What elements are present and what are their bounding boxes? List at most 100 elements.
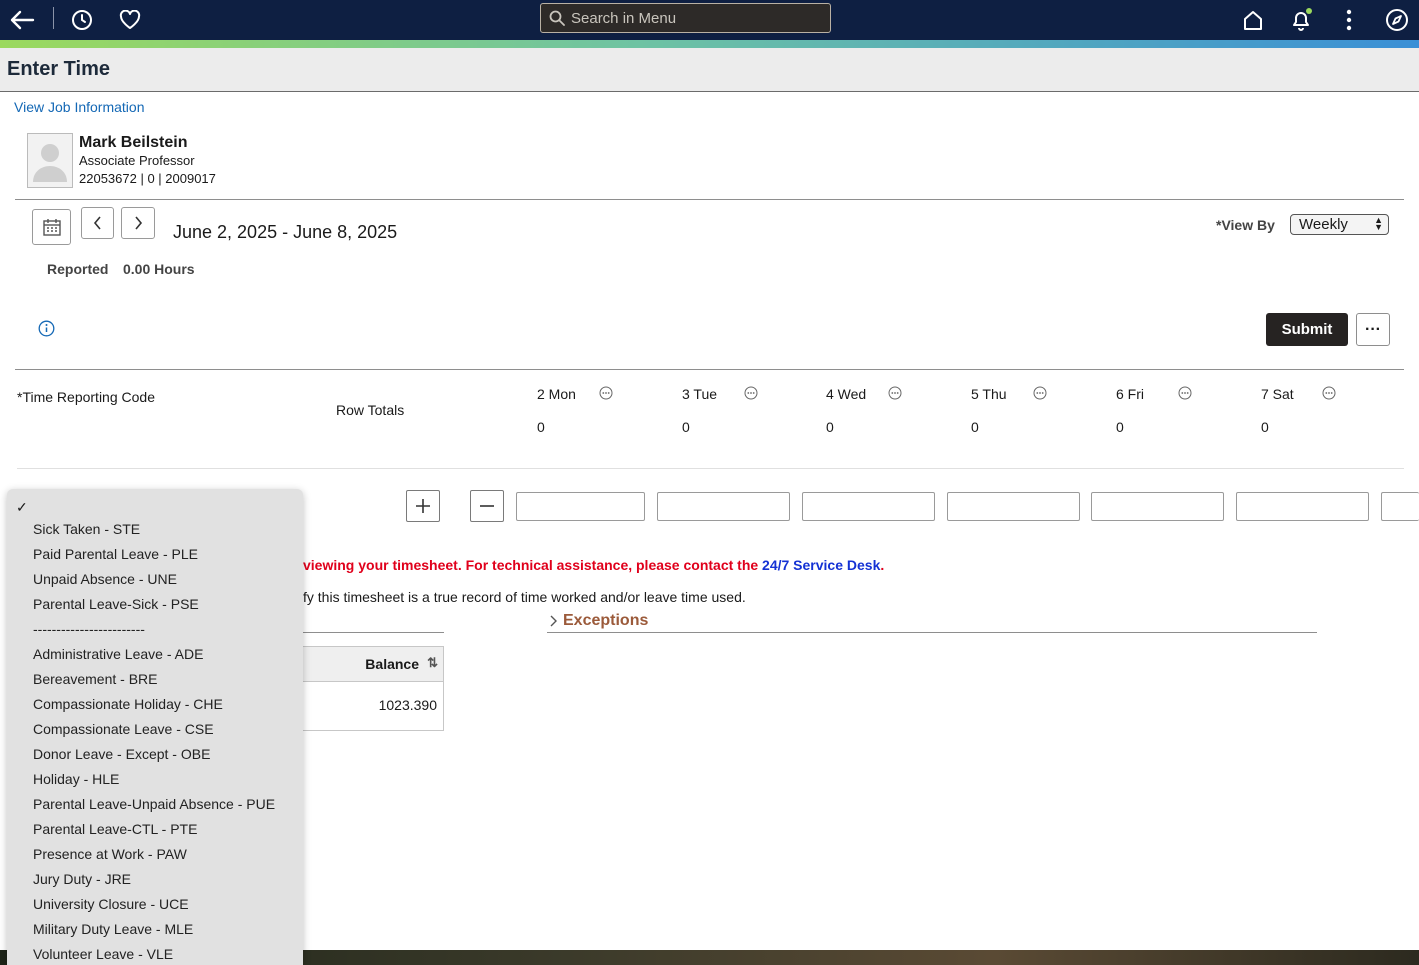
day-header-thu: 5 Thu — [971, 386, 1007, 402]
day-header-wed: 4 Wed — [826, 386, 867, 402]
add-row-button[interactable] — [406, 490, 440, 522]
hours-input-thu[interactable] — [947, 492, 1080, 521]
calendar-icon — [42, 219, 61, 236]
dropdown-option[interactable]: Unpaid Absence - UNE — [33, 571, 177, 587]
chevron-right-icon — [550, 615, 557, 627]
navigator-compass-icon[interactable] — [1383, 6, 1411, 34]
day-header-sat: 7 Sat — [1261, 386, 1294, 402]
view-job-information-link[interactable]: View Job Information — [14, 99, 144, 115]
service-desk-link[interactable]: 24/7 Service Desk — [762, 557, 880, 573]
hours-input-tue[interactable] — [657, 492, 790, 521]
hours-input-fri[interactable] — [1091, 492, 1224, 521]
certification-text: fy this timesheet is a true record of ti… — [303, 589, 746, 605]
period-date-range: June 2, 2025 - June 8, 2025 — [173, 222, 398, 242]
previous-period-button[interactable] — [81, 207, 114, 239]
user-silhouette-icon — [33, 143, 67, 182]
search-icon — [549, 10, 565, 26]
page-header: Enter Time — [0, 48, 1419, 92]
hours-input-wed[interactable] — [802, 492, 935, 521]
divider — [547, 632, 1317, 633]
table-row: 1023.390 — [303, 682, 444, 731]
employee-ids: 22053672 | 0 | 2009017 — [79, 171, 216, 186]
day-header-mon: 2 Mon — [537, 386, 576, 402]
employee-title: Associate Professor — [79, 153, 195, 168]
day-total-mon: 0 — [537, 419, 545, 435]
day-options-icon[interactable] — [1178, 386, 1192, 400]
day-total-fri: 0 — [1116, 419, 1124, 435]
leave-balance-table: Balance ⇅ 1023.390 — [303, 632, 444, 731]
day-total-wed: 0 — [826, 419, 834, 435]
view-by-select[interactable]: Weekly ▲ ▼ — [1290, 214, 1389, 235]
exceptions-label: Exceptions — [563, 612, 649, 629]
exceptions-section-toggle[interactable]: Exceptions — [549, 612, 648, 630]
hours-input-sat[interactable] — [1236, 492, 1369, 521]
hours-input-sun[interactable] — [1381, 492, 1419, 521]
sort-icon[interactable]: ⇅ — [427, 655, 438, 671]
home-icon[interactable] — [1239, 6, 1267, 34]
next-period-button[interactable] — [121, 207, 155, 239]
dropdown-option[interactable]: Military Duty Leave - MLE — [33, 921, 193, 937]
dropdown-option[interactable]: Parental Leave-Sick - PSE — [33, 596, 199, 612]
balance-value: 1023.390 — [378, 697, 437, 713]
dropdown-option[interactable]: Parental Leave-Unpaid Absence - PUE — [33, 796, 275, 812]
dropdown-option[interactable]: Volunteer Leave - VLE — [33, 946, 173, 962]
divider — [15, 369, 1404, 370]
day-options-icon[interactable] — [1033, 386, 1047, 400]
select-arrows-icon: ▲ ▼ — [1374, 215, 1383, 232]
dropdown-option[interactable]: Sick Taken - STE — [33, 521, 140, 537]
dropdown-separator: ------------------------ — [33, 621, 145, 637]
dropdown-option[interactable]: University Closure - UCE — [33, 896, 189, 912]
hours-input-mon[interactable] — [516, 492, 645, 521]
divider — [15, 199, 1404, 200]
chevron-right-icon — [135, 216, 143, 230]
top-navigation-bar: Search in Menu — [0, 0, 1419, 40]
accent-gradient-bar — [0, 40, 1419, 48]
search-placeholder: Search in Menu — [571, 9, 677, 27]
day-options-icon[interactable] — [888, 386, 902, 400]
selected-checkmark-icon: ✓ — [16, 499, 28, 515]
row-totals-header: Row Totals — [336, 402, 405, 418]
info-icon[interactable] — [38, 320, 55, 337]
view-by-value: Weekly — [1299, 216, 1348, 233]
toolbar-divider — [53, 7, 54, 29]
balance-header-label: Balance — [365, 656, 419, 672]
dropdown-option[interactable]: Bereavement - BRE — [33, 671, 158, 687]
dropdown-option[interactable]: Holiday - HLE — [33, 771, 119, 787]
more-actions-button[interactable]: ··· — [1356, 313, 1390, 346]
dropdown-option[interactable]: Paid Parental Leave - PLE — [33, 546, 198, 562]
notifications-bell-icon[interactable] — [1287, 6, 1315, 34]
dropdown-option[interactable]: Compassionate Leave - CSE — [33, 721, 214, 737]
search-input[interactable]: Search in Menu — [540, 3, 831, 33]
time-reporting-code-dropdown[interactable]: ✓ Sick Taken - STE Paid Parental Leave -… — [7, 489, 303, 965]
day-options-icon[interactable] — [1322, 386, 1336, 400]
dropdown-option[interactable]: Parental Leave-CTL - PTE — [33, 821, 197, 837]
kebab-menu-icon[interactable] — [1335, 6, 1363, 34]
avatar — [27, 133, 73, 188]
calendar-button[interactable] — [32, 209, 71, 245]
dropdown-option[interactable]: Presence at Work - PAW — [33, 846, 187, 862]
page-title: Enter Time — [7, 58, 110, 80]
dropdown-option[interactable]: Administrative Leave - ADE — [33, 646, 203, 662]
minus-icon — [480, 505, 494, 507]
reported-label: Reported — [47, 261, 109, 277]
back-arrow-icon[interactable] — [8, 6, 36, 34]
plus-icon — [416, 499, 430, 513]
day-header-fri: 6 Fri — [1116, 386, 1144, 402]
balance-column-header[interactable]: Balance ⇅ — [303, 646, 444, 682]
history-icon[interactable] — [68, 6, 96, 34]
dropdown-option[interactable]: Compassionate Holiday - CHE — [33, 696, 223, 712]
view-by-label: *View By — [1216, 217, 1275, 233]
day-options-icon[interactable] — [744, 386, 758, 400]
day-options-icon[interactable] — [599, 386, 613, 400]
employee-name: Mark Beilstein — [79, 134, 188, 151]
favorites-heart-icon[interactable] — [116, 6, 144, 34]
trc-column-header: *Time Reporting Code — [17, 389, 155, 405]
submit-button[interactable]: Submit — [1266, 313, 1348, 346]
warning-text: viewing your timesheet. For technical as… — [303, 557, 763, 573]
divider — [17, 468, 1404, 469]
delete-row-button[interactable] — [470, 490, 504, 522]
dropdown-option[interactable]: Donor Leave - Except - OBE — [33, 746, 210, 762]
dropdown-option[interactable]: Jury Duty - JRE — [33, 871, 131, 887]
day-header-tue: 3 Tue — [682, 386, 718, 402]
divider — [303, 632, 444, 633]
